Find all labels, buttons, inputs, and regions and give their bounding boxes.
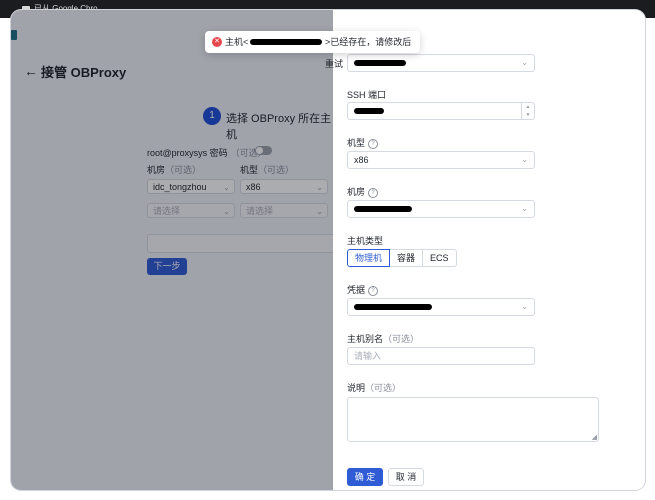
alias-label: 主机别名（可选） — [347, 334, 420, 344]
redacted-value — [354, 304, 432, 310]
error-icon: ✕ — [212, 37, 222, 47]
ssh-port-label: SSH 端口 — [347, 90, 387, 100]
ssh-port-input[interactable]: ▲ ▼ — [347, 102, 535, 120]
description-label: 说明（可选） — [347, 383, 402, 393]
redacted-value — [250, 39, 322, 45]
model-select[interactable]: x86 ⌄ — [347, 151, 535, 169]
question-icon[interactable]: ? — [368, 138, 379, 149]
credential-label: 凭据? — [347, 283, 379, 296]
host-type-physical[interactable]: 物理机 — [347, 249, 391, 267]
chevron-down-icon: ⌄ — [521, 155, 528, 164]
idc-select[interactable]: ⌄ — [347, 200, 535, 218]
toast-message: >已经存在，请修改后重试 — [325, 37, 412, 69]
idc-label: 机房? — [347, 185, 379, 198]
port-stepper[interactable]: ▲ ▼ — [521, 103, 534, 119]
alias-input[interactable]: 请输入 — [347, 347, 535, 365]
host-type-segmented: 物理机 容器 ECS — [347, 249, 457, 267]
error-toast: ✕ 主机< >已经存在，请修改后重试 — [205, 31, 420, 69]
chevron-down-icon: ⌄ — [521, 302, 528, 311]
confirm-button[interactable]: 确 定 — [347, 468, 383, 486]
host-type-container[interactable]: 容器 — [389, 249, 424, 267]
host-type-label: 主机类型 — [347, 236, 384, 246]
question-icon[interactable]: ? — [368, 187, 379, 198]
chevron-down-icon: ⌄ — [521, 58, 528, 67]
resize-handle-icon[interactable]: ◢ — [592, 433, 597, 441]
browser-window: ← 接管 OBProxy 1 选择 OBProxy 所在主机 root@prox… — [11, 10, 645, 490]
credential-select[interactable]: ⌄ — [347, 298, 535, 316]
cancel-button[interactable]: 取 消 — [388, 468, 424, 486]
model-label: 机型? — [347, 136, 379, 149]
toast-prefix: 主机< — [225, 37, 249, 47]
modal-overlay[interactable] — [11, 10, 333, 490]
question-icon[interactable]: ? — [368, 285, 379, 296]
description-textarea[interactable]: ◢ — [347, 397, 599, 442]
chevron-down-icon: ⌄ — [521, 204, 528, 213]
add-host-drawer: ⌄ SSH 端口 ▲ ▼ 机型? x86 ⌄ 机房? ⌄ 主机类型 物理机 容器 E… — [333, 10, 645, 490]
host-type-ecs[interactable]: ECS — [422, 249, 457, 267]
redacted-value — [354, 206, 412, 212]
redacted-value — [354, 108, 384, 114]
